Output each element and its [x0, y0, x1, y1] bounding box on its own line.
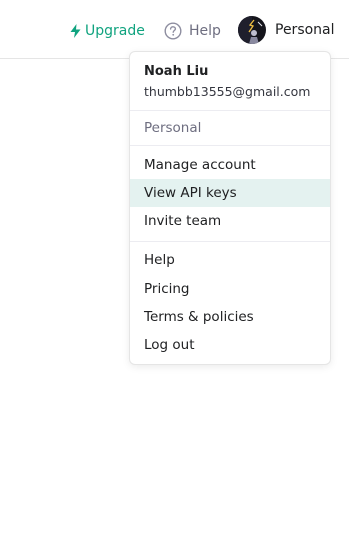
- view-api-keys-item[interactable]: View API keys: [130, 179, 330, 207]
- lightning-icon: [70, 24, 81, 38]
- user-name: Noah Liu: [144, 64, 209, 79]
- manage-account-item[interactable]: Manage account: [130, 151, 330, 179]
- menu-divider: [130, 241, 330, 242]
- pricing-item[interactable]: Pricing: [130, 275, 330, 303]
- help-circle-icon: [164, 22, 182, 40]
- user-email: thumbb13555@gmail.com: [144, 84, 311, 99]
- help-item[interactable]: Help: [130, 246, 330, 274]
- account-label: Personal: [275, 22, 335, 38]
- upgrade-label: Upgrade: [85, 23, 145, 39]
- account-dropdown-menu: Noah Liu thumbb13555@gmail.com Personal …: [129, 51, 331, 365]
- avatar: [238, 16, 266, 44]
- log-out-item[interactable]: Log out: [130, 331, 330, 359]
- invite-team-item[interactable]: Invite team: [130, 207, 330, 235]
- user-info: Noah Liu thumbb13555@gmail.com: [130, 52, 330, 111]
- terms-policies-item[interactable]: Terms & policies: [130, 303, 330, 331]
- account-menu-button[interactable]: Personal: [238, 16, 335, 44]
- upgrade-button[interactable]: Upgrade: [70, 20, 145, 42]
- help-label: Help: [189, 23, 221, 39]
- organization-item-personal[interactable]: Personal: [130, 111, 330, 146]
- help-button[interactable]: Help: [164, 20, 221, 42]
